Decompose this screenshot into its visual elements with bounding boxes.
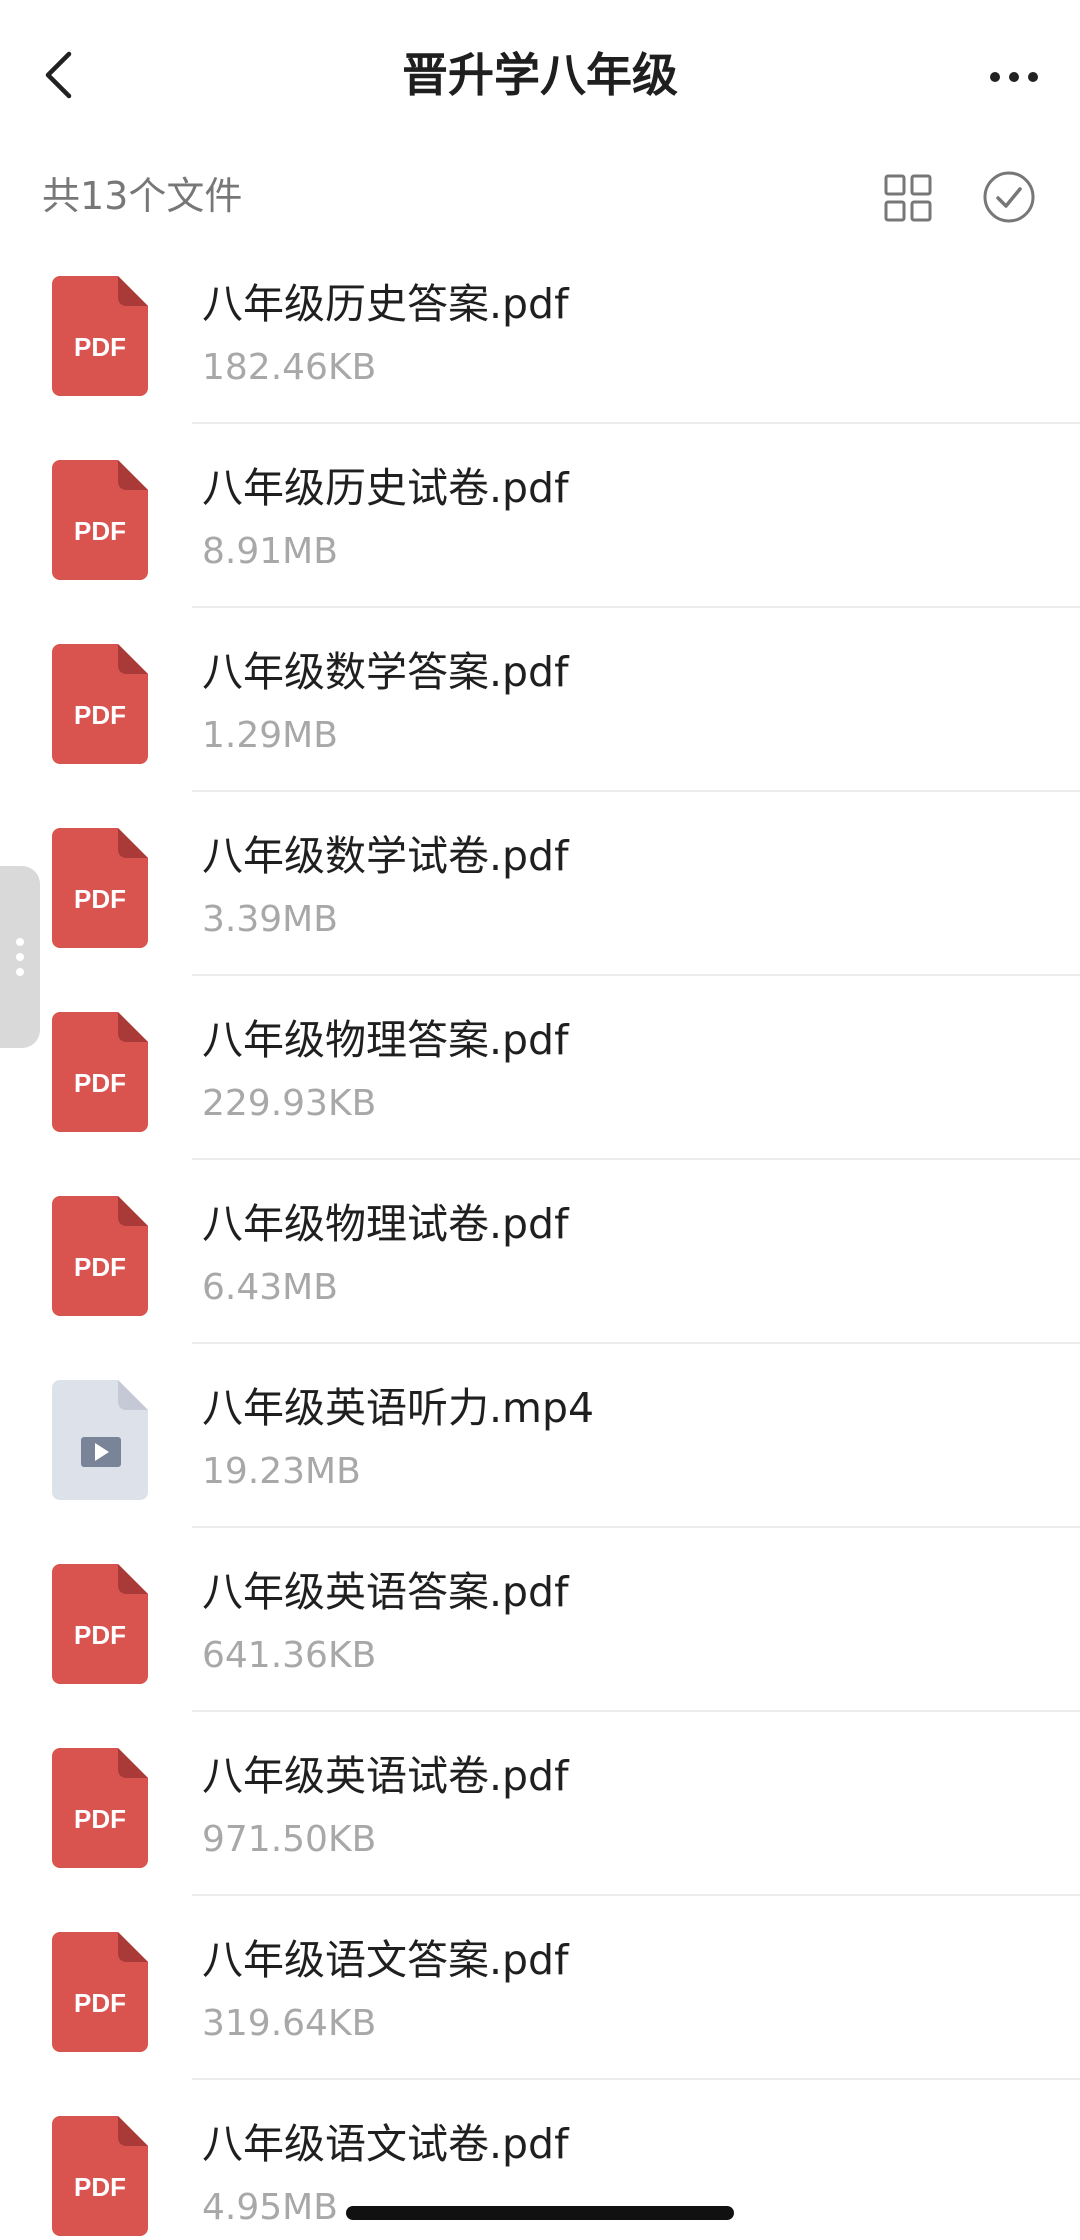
- file-size: 6.43MB: [202, 1267, 338, 1308]
- vertical-dots-icon: [16, 938, 24, 976]
- svg-text:PDF: PDF: [74, 1620, 126, 1650]
- file-count: 共13个文件: [42, 174, 243, 218]
- svg-text:PDF: PDF: [74, 1252, 126, 1282]
- file-name: 八年级英语答案.pdf: [202, 1568, 569, 1616]
- file-list: PDF 八年级历史答案.pdf 182.46KB PDF 八年级历史试卷.pdf 8.91…: [0, 240, 1080, 2240]
- file-size: 182.46KB: [202, 347, 377, 388]
- pdf-file-icon: PDF: [52, 1748, 148, 1868]
- file-name: 八年级数学试卷.pdf: [202, 832, 569, 880]
- svg-text:PDF: PDF: [74, 884, 126, 914]
- svg-text:PDF: PDF: [74, 1068, 126, 1098]
- video-file-icon: [52, 1380, 148, 1500]
- back-button[interactable]: [30, 40, 86, 110]
- svg-text:PDF: PDF: [74, 332, 126, 362]
- pdf-file-icon: PDF: [52, 828, 148, 948]
- select-button[interactable]: [978, 166, 1040, 228]
- file-name: 八年级语文试卷.pdf: [202, 2120, 569, 2168]
- file-name: 八年级英语听力.mp4: [202, 1384, 595, 1432]
- pdf-file-icon: PDF: [52, 2116, 148, 2236]
- file-size: 971.50KB: [202, 1819, 377, 1860]
- file-name: 八年级英语试卷.pdf: [202, 1752, 569, 1800]
- chevron-left-icon: [45, 51, 72, 99]
- svg-text:PDF: PDF: [74, 2172, 126, 2202]
- pdf-file-icon: PDF: [52, 644, 148, 764]
- file-row[interactable]: PDF 八年级历史试卷.pdf 8.91MB: [0, 424, 1080, 608]
- pdf-file-icon: PDF: [52, 1012, 148, 1132]
- file-size: 4.95MB: [202, 2187, 338, 2228]
- file-row[interactable]: PDF 八年级物理试卷.pdf 6.43MB: [0, 1160, 1080, 1344]
- header: 晋升学八年级: [0, 0, 1080, 156]
- file-row[interactable]: PDF 八年级英语试卷.pdf 971.50KB: [0, 1712, 1080, 1896]
- file-name: 八年级语文答案.pdf: [202, 1936, 569, 1984]
- file-browser-screen: 晋升学八年级 共13个文件 PDF 八年级历史答案.pdf 182.46KB P…: [0, 0, 1080, 2240]
- check-circle-icon: [983, 171, 1035, 223]
- file-row[interactable]: PDF 八年级数学答案.pdf 1.29MB: [0, 608, 1080, 792]
- pdf-file-icon: PDF: [52, 1196, 148, 1316]
- file-name: 八年级历史答案.pdf: [202, 280, 569, 328]
- file-row[interactable]: 八年级英语听力.mp4 19.23MB: [0, 1344, 1080, 1528]
- file-name: 八年级物理答案.pdf: [202, 1016, 569, 1064]
- svg-text:PDF: PDF: [74, 1804, 126, 1834]
- svg-text:PDF: PDF: [74, 1988, 126, 2018]
- file-row[interactable]: PDF 八年级语文答案.pdf 319.64KB: [0, 1896, 1080, 2080]
- pdf-file-icon: PDF: [52, 1932, 148, 2052]
- grid-view-button[interactable]: [878, 168, 938, 228]
- file-name: 八年级历史试卷.pdf: [202, 464, 569, 512]
- pdf-file-icon: PDF: [52, 460, 148, 580]
- side-drawer-handle[interactable]: [0, 866, 40, 1048]
- file-size: 319.64KB: [202, 2003, 377, 2044]
- list-toolbar: 共13个文件: [0, 156, 1080, 236]
- file-size: 19.23MB: [202, 1451, 361, 1492]
- file-row[interactable]: PDF 八年级数学试卷.pdf 3.39MB: [0, 792, 1080, 976]
- file-row[interactable]: PDF 八年级历史答案.pdf 182.46KB: [0, 240, 1080, 424]
- svg-text:PDF: PDF: [74, 516, 126, 546]
- svg-text:PDF: PDF: [74, 700, 126, 730]
- pdf-file-icon: PDF: [52, 1564, 148, 1684]
- file-name: 八年级数学答案.pdf: [202, 648, 569, 696]
- more-horizontal-icon: [990, 72, 1038, 82]
- page-title: 晋升学八年级: [402, 48, 678, 102]
- more-button[interactable]: [984, 52, 1044, 102]
- file-name: 八年级物理试卷.pdf: [202, 1200, 569, 1248]
- grid-view-icon: [884, 174, 932, 222]
- home-indicator[interactable]: [346, 2206, 734, 2220]
- file-size: 229.93KB: [202, 1083, 377, 1124]
- pdf-file-icon: PDF: [52, 276, 148, 396]
- file-size: 8.91MB: [202, 531, 338, 572]
- file-size: 641.36KB: [202, 1635, 377, 1676]
- file-size: 1.29MB: [202, 715, 338, 756]
- file-row[interactable]: PDF 八年级物理答案.pdf 229.93KB: [0, 976, 1080, 1160]
- file-row[interactable]: PDF 八年级英语答案.pdf 641.36KB: [0, 1528, 1080, 1712]
- file-size: 3.39MB: [202, 899, 338, 940]
